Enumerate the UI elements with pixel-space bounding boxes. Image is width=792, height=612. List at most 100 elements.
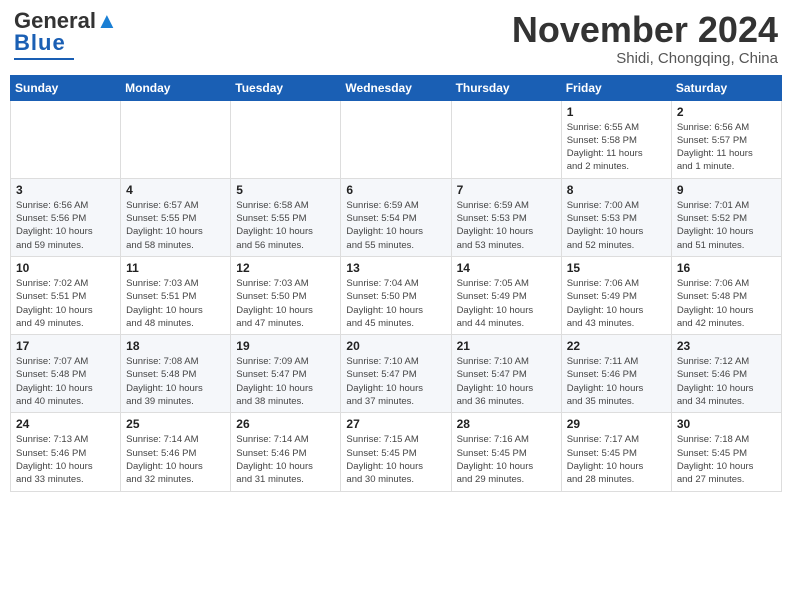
calendar-cell: 23 Sunrise: 7:12 AMSunset: 5:46 PMDayligh…	[671, 335, 781, 413]
day-number: 18	[126, 339, 225, 353]
day-number: 19	[236, 339, 335, 353]
day-info: Sunrise: 7:03 AMSunset: 5:51 PMDaylight:…	[126, 277, 225, 330]
day-number: 28	[457, 417, 556, 431]
calendar-cell	[121, 100, 231, 178]
calendar-cell: 4Sunrise: 6:57 AMSunset: 5:55 PMDaylight…	[121, 178, 231, 256]
calendar-cell: 3Sunrise: 6:56 AMSunset: 5:56 PMDaylight…	[11, 178, 121, 256]
calendar-cell: 20 Sunrise: 7:10 AMSunset: 5:47 PMDayligh…	[341, 335, 451, 413]
day-number: 13	[346, 261, 445, 275]
weekday-header-sunday: Sunday	[11, 75, 121, 100]
day-info: Sunrise: 6:57 AMSunset: 5:55 PMDaylight:…	[126, 199, 225, 252]
day-info: Sunrise: 7:06 AMSunset: 5:49 PMDaylight:…	[567, 277, 666, 330]
weekday-header-row: SundayMondayTuesdayWednesdayThursdayFrid…	[11, 75, 782, 100]
week-row-5: 24 Sunrise: 7:13 AMSunset: 5:46 PMDayligh…	[11, 413, 782, 491]
calendar-cell: 21Sunrise: 7:10 AMSunset: 5:47 PMDayligh…	[451, 335, 561, 413]
day-number: 25	[126, 417, 225, 431]
calendar-cell: 11 Sunrise: 7:03 AMSunset: 5:51 PMDayligh…	[121, 256, 231, 334]
day-info: Sunrise: 7:04 AMSunset: 5:50 PMDaylight:…	[346, 277, 445, 330]
day-info: Sunrise: 7:00 AMSunset: 5:53 PMDaylight:…	[567, 199, 666, 252]
day-info: Sunrise: 7:14 AMSunset: 5:46 PMDaylight:…	[236, 433, 335, 486]
day-number: 14	[457, 261, 556, 275]
calendar-cell: 26 Sunrise: 7:14 AMSunset: 5:46 PMDayligh…	[231, 413, 341, 491]
week-row-4: 17 Sunrise: 7:07 AMSunset: 5:48 PMDayligh…	[11, 335, 782, 413]
day-info: Sunrise: 7:11 AMSunset: 5:46 PMDaylight:…	[567, 355, 666, 408]
day-number: 8	[567, 183, 666, 197]
calendar-cell: 6 Sunrise: 6:59 AMSunset: 5:54 PMDaylight…	[341, 178, 451, 256]
day-info: Sunrise: 6:58 AMSunset: 5:55 PMDaylight:…	[236, 199, 335, 252]
day-number: 11	[126, 261, 225, 275]
day-info: Sunrise: 7:16 AMSunset: 5:45 PMDaylight:…	[457, 433, 556, 486]
day-info: Sunrise: 7:12 AMSunset: 5:46 PMDaylight:…	[677, 355, 776, 408]
day-number: 7	[457, 183, 556, 197]
calendar-cell	[341, 100, 451, 178]
calendar-cell: 14 Sunrise: 7:05 AMSunset: 5:49 PMDayligh…	[451, 256, 561, 334]
calendar-cell: 25 Sunrise: 7:14 AMSunset: 5:46 PMDayligh…	[121, 413, 231, 491]
logo: General▲ Blue	[14, 10, 118, 60]
day-info: Sunrise: 7:03 AMSunset: 5:50 PMDaylight:…	[236, 277, 335, 330]
day-info: Sunrise: 7:05 AMSunset: 5:49 PMDaylight:…	[457, 277, 556, 330]
title-block: November 2024 Shidi, Chongqing, China	[512, 10, 778, 67]
day-info: Sunrise: 7:14 AMSunset: 5:46 PMDaylight:…	[126, 433, 225, 486]
day-info: Sunrise: 6:55 AMSunset: 5:58 PMDaylight:…	[567, 121, 666, 174]
day-number: 17	[16, 339, 115, 353]
day-number: 15	[567, 261, 666, 275]
calendar-cell	[451, 100, 561, 178]
calendar-cell: 24 Sunrise: 7:13 AMSunset: 5:46 PMDayligh…	[11, 413, 121, 491]
day-info: Sunrise: 7:13 AMSunset: 5:46 PMDaylight:…	[16, 433, 115, 486]
day-info: Sunrise: 7:10 AMSunset: 5:47 PMDaylight:…	[346, 355, 445, 408]
week-row-3: 10Sunrise: 7:02 AMSunset: 5:51 PMDayligh…	[11, 256, 782, 334]
logo-line	[14, 58, 74, 60]
calendar-cell: 19Sunrise: 7:09 AMSunset: 5:47 PMDayligh…	[231, 335, 341, 413]
calendar-cell	[231, 100, 341, 178]
day-number: 9	[677, 183, 776, 197]
calendar-cell: 30Sunrise: 7:18 AMSunset: 5:45 PMDayligh…	[671, 413, 781, 491]
day-number: 21	[457, 339, 556, 353]
day-info: Sunrise: 7:07 AMSunset: 5:48 PMDaylight:…	[16, 355, 115, 408]
calendar-cell: 7 Sunrise: 6:59 AMSunset: 5:53 PMDaylight…	[451, 178, 561, 256]
weekday-header-thursday: Thursday	[451, 75, 561, 100]
weekday-header-tuesday: Tuesday	[231, 75, 341, 100]
logo-blue: Blue	[14, 30, 66, 56]
day-number: 20	[346, 339, 445, 353]
day-info: Sunrise: 6:59 AMSunset: 5:53 PMDaylight:…	[457, 199, 556, 252]
day-info: Sunrise: 7:08 AMSunset: 5:48 PMDaylight:…	[126, 355, 225, 408]
calendar-cell: 28 Sunrise: 7:16 AMSunset: 5:45 PMDayligh…	[451, 413, 561, 491]
day-info: Sunrise: 6:56 AMSunset: 5:57 PMDaylight:…	[677, 121, 776, 174]
day-number: 10	[16, 261, 115, 275]
day-info: Sunrise: 7:06 AMSunset: 5:48 PMDaylight:…	[677, 277, 776, 330]
weekday-header-friday: Friday	[561, 75, 671, 100]
day-info: Sunrise: 7:17 AMSunset: 5:45 PMDaylight:…	[567, 433, 666, 486]
calendar-cell: 16Sunrise: 7:06 AMSunset: 5:48 PMDayligh…	[671, 256, 781, 334]
month-title: November 2024	[512, 10, 778, 50]
weekday-header-monday: Monday	[121, 75, 231, 100]
day-info: Sunrise: 7:15 AMSunset: 5:45 PMDaylight:…	[346, 433, 445, 486]
day-number: 23	[677, 339, 776, 353]
day-number: 24	[16, 417, 115, 431]
calendar-cell: 8 Sunrise: 7:00 AMSunset: 5:53 PMDaylight…	[561, 178, 671, 256]
day-number: 26	[236, 417, 335, 431]
day-info: Sunrise: 6:59 AMSunset: 5:54 PMDaylight:…	[346, 199, 445, 252]
page-header: General▲ Blue November 2024 Shidi, Chong…	[10, 10, 782, 67]
day-number: 1	[567, 105, 666, 119]
day-number: 29	[567, 417, 666, 431]
calendar-cell: 29 Sunrise: 7:17 AMSunset: 5:45 PMDayligh…	[561, 413, 671, 491]
day-number: 6	[346, 183, 445, 197]
calendar-cell: 9Sunrise: 7:01 AMSunset: 5:52 PMDaylight…	[671, 178, 781, 256]
calendar-cell: 22Sunrise: 7:11 AMSunset: 5:46 PMDayligh…	[561, 335, 671, 413]
calendar-cell: 12Sunrise: 7:03 AMSunset: 5:50 PMDayligh…	[231, 256, 341, 334]
calendar-cell: 17 Sunrise: 7:07 AMSunset: 5:48 PMDayligh…	[11, 335, 121, 413]
day-number: 27	[346, 417, 445, 431]
calendar-cell: 1 Sunrise: 6:55 AMSunset: 5:58 PMDaylight…	[561, 100, 671, 178]
week-row-2: 3Sunrise: 6:56 AMSunset: 5:56 PMDaylight…	[11, 178, 782, 256]
location: Shidi, Chongqing, China	[512, 50, 778, 67]
week-row-1: 1 Sunrise: 6:55 AMSunset: 5:58 PMDaylight…	[11, 100, 782, 178]
weekday-header-saturday: Saturday	[671, 75, 781, 100]
calendar-cell	[11, 100, 121, 178]
calendar-cell: 27 Sunrise: 7:15 AMSunset: 5:45 PMDayligh…	[341, 413, 451, 491]
calendar-cell: 10Sunrise: 7:02 AMSunset: 5:51 PMDayligh…	[11, 256, 121, 334]
calendar-cell: 13 Sunrise: 7:04 AMSunset: 5:50 PMDayligh…	[341, 256, 451, 334]
day-info: Sunrise: 6:56 AMSunset: 5:56 PMDaylight:…	[16, 199, 115, 252]
calendar-cell: 2Sunrise: 6:56 AMSunset: 5:57 PMDaylight…	[671, 100, 781, 178]
calendar: SundayMondayTuesdayWednesdayThursdayFrid…	[10, 75, 782, 492]
day-number: 30	[677, 417, 776, 431]
